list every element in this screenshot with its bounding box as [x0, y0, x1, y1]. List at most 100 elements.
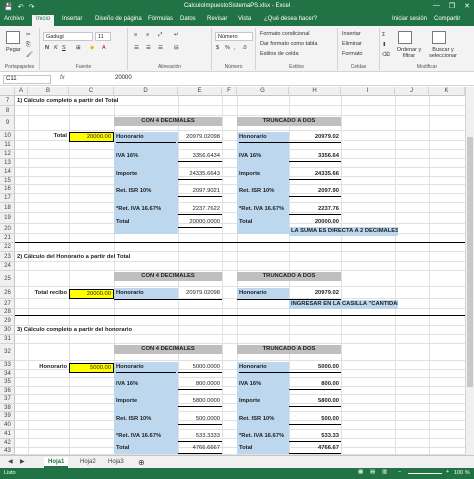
tab-archivo[interactable]: Archivo — [4, 16, 24, 22]
column-header[interactable]: C — [69, 87, 114, 96]
tab-inicio[interactable]: Inicio — [32, 15, 55, 26]
formula-input[interactable]: 20000 — [112, 75, 470, 84]
column-header[interactable]: G — [237, 87, 289, 96]
row-header[interactable]: 18 — [0, 203, 15, 213]
row-header[interactable]: 12 — [0, 150, 15, 159]
insert-button[interactable]: Insertar — [342, 31, 361, 37]
row-header[interactable]: 28 — [0, 309, 15, 316]
column-header[interactable]: H — [289, 87, 341, 96]
column-header[interactable]: D — [114, 87, 178, 96]
copy-icon[interactable]: ⎘ — [26, 42, 30, 49]
restore-icon[interactable]: ❐ — [449, 2, 455, 10]
page-layout-icon[interactable]: ▤ — [370, 469, 375, 475]
column-header[interactable]: A — [15, 87, 28, 96]
orientation-icon[interactable]: ⤢ — [158, 32, 162, 39]
paste-icon[interactable] — [6, 31, 20, 44]
format-painter-icon[interactable]: 🖌 — [26, 52, 33, 58]
row-header[interactable]: 8 — [0, 106, 15, 116]
column-header[interactable]: B — [28, 87, 69, 96]
scroll-thumb[interactable] — [467, 137, 473, 387]
close-icon[interactable]: ✕ — [464, 2, 470, 10]
row-header[interactable]: 31 — [0, 335, 15, 344]
zoom-in-icon[interactable]: + — [446, 469, 449, 475]
font-size-select[interactable]: 11 — [95, 32, 111, 41]
column-header[interactable]: E — [178, 87, 222, 96]
normal-view-icon[interactable]: ▦ — [358, 469, 363, 475]
minimize-icon[interactable]: — — [433, 2, 440, 10]
column-header[interactable]: F — [222, 87, 237, 96]
row-header[interactable]: 33 — [0, 361, 15, 370]
currency-icon[interactable]: $ — [216, 45, 219, 51]
row-header[interactable]: 19 — [0, 213, 15, 224]
row-header[interactable]: 22 — [0, 243, 15, 252]
font-name-select[interactable]: Gadugi — [43, 32, 93, 41]
vertical-scrollbar[interactable] — [465, 87, 474, 455]
row-header[interactable]: 39 — [0, 412, 15, 421]
sort-filter-button[interactable]: Ordenar y filtrar — [394, 47, 424, 59]
sheet-tab-hoja3[interactable]: Hoja3 — [104, 457, 128, 468]
column-header[interactable]: J — [395, 87, 429, 96]
row-header[interactable]: 10 — [0, 131, 15, 141]
sheet-grid[interactable]: 1) Cálculo completo a partir del Total C… — [15, 96, 465, 455]
zoom-level[interactable]: 100 % — [454, 470, 470, 476]
tab-revisar[interactable]: Revisar — [207, 16, 227, 22]
tab-vista[interactable]: Vista — [238, 16, 251, 22]
paste-button[interactable]: Pegar — [6, 47, 21, 53]
sheet-tab-hoja2[interactable]: Hoja2 — [76, 457, 100, 468]
row-header[interactable]: 24 — [0, 262, 15, 271]
fill-color-icon[interactable]: ◆ — [90, 45, 94, 51]
sheet-next-icon[interactable]: ▶ — [16, 457, 29, 468]
merge-icon[interactable]: ⊟ — [174, 45, 179, 51]
conditional-format-button[interactable]: Formato condicional — [260, 31, 310, 37]
column-header[interactable]: I — [341, 87, 395, 96]
row-header[interactable]: 37 — [0, 395, 15, 404]
underline-button[interactable]: S — [62, 45, 66, 51]
format-button[interactable]: Formato — [342, 51, 362, 57]
align-middle-icon[interactable]: ≡ — [146, 32, 149, 38]
format-table-button[interactable]: Dar formato como tabla — [260, 41, 317, 47]
find-select-button[interactable]: Buscar y seleccionar — [426, 47, 460, 59]
s1-total-input[interactable]: 20000.00 — [69, 132, 114, 142]
fx-icon[interactable]: fx — [60, 75, 65, 81]
cut-icon[interactable]: ✂ — [26, 32, 31, 38]
row-header[interactable]: 40 — [0, 421, 15, 430]
row-header[interactable]: 23 — [0, 252, 15, 262]
select-all-corner[interactable] — [0, 87, 15, 96]
add-sheet-icon[interactable]: ⊕ — [134, 457, 149, 468]
comma-icon[interactable]: , — [234, 45, 236, 51]
find-select-icon[interactable] — [432, 31, 446, 44]
zoom-slider[interactable] — [408, 473, 442, 474]
share-button[interactable]: Compartir — [434, 16, 460, 22]
row-header[interactable]: 34 — [0, 370, 15, 378]
tab-formulas[interactable]: Fórmulas — [148, 16, 173, 22]
border-icon[interactable]: ⊞ — [76, 45, 81, 51]
row-header[interactable]: 26 — [0, 287, 15, 299]
row-header[interactable]: 14 — [0, 168, 15, 177]
align-left-icon[interactable]: ☰ — [134, 45, 139, 51]
row-header[interactable]: 36 — [0, 387, 15, 395]
wrap-text-icon[interactable]: ↵ — [174, 32, 179, 38]
row-header[interactable]: 13 — [0, 159, 15, 168]
decimal-icon[interactable]: .0 — [242, 45, 247, 51]
italic-button[interactable]: K — [54, 45, 58, 51]
sign-in-link[interactable]: Iniciar sesión — [392, 16, 427, 22]
cell-styles-button[interactable]: Estilos de celda — [260, 51, 299, 57]
row-header[interactable]: 11 — [0, 141, 15, 150]
row-header[interactable]: 42 — [0, 439, 15, 448]
clear-icon[interactable]: ⌫ — [382, 52, 390, 58]
autosum-icon[interactable]: Σ — [382, 32, 385, 38]
row-header[interactable]: 30 — [0, 326, 15, 335]
align-top-icon[interactable]: ≡ — [134, 32, 137, 38]
s3-honorario-input[interactable]: 5000.00 — [69, 363, 114, 373]
row-header[interactable]: 15 — [0, 177, 15, 185]
row-header[interactable]: 38 — [0, 404, 15, 412]
tab-datos[interactable]: Datos — [180, 16, 196, 22]
row-header[interactable]: 21 — [0, 234, 15, 243]
align-center-icon[interactable]: ☰ — [146, 45, 151, 51]
row-header[interactable]: 25 — [0, 271, 15, 287]
zoom-out-icon[interactable]: − — [398, 469, 401, 475]
s2-total-input[interactable]: 20000.00 — [69, 289, 114, 299]
sheet-tab-hoja1[interactable]: Hoja1 — [44, 457, 69, 468]
sheet-prev-icon[interactable]: ◀ — [4, 457, 17, 468]
column-header[interactable]: K — [429, 87, 465, 96]
